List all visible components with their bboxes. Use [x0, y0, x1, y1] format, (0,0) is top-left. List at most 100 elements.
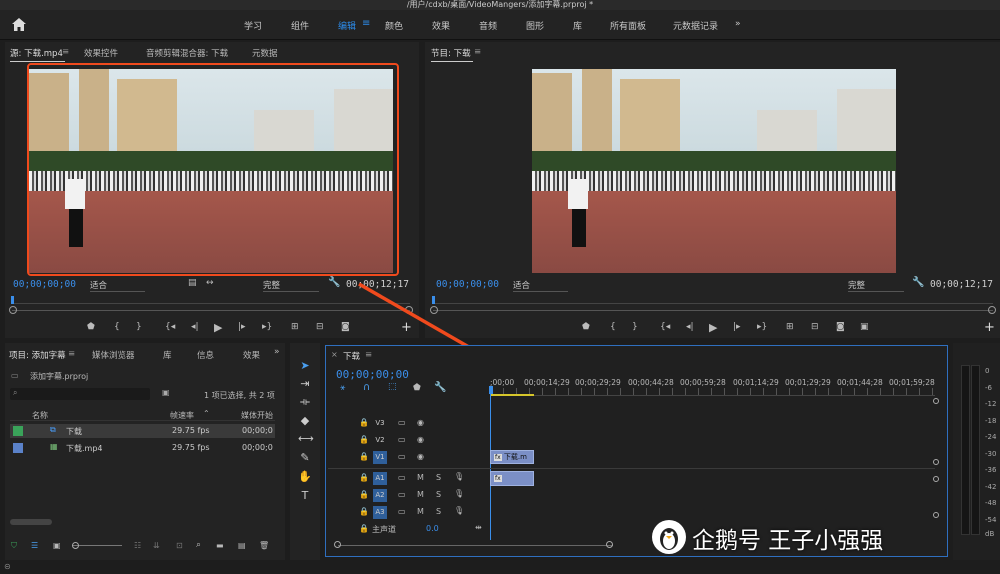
sync-lock-icon[interactable]: ▭ — [398, 473, 406, 482]
workspace-color[interactable]: 颜色 — [385, 19, 403, 32]
solo-button[interactable]: S — [436, 473, 441, 482]
work-area-bar[interactable] — [490, 394, 534, 396]
source-mark-in-icon[interactable]: { — [114, 322, 120, 332]
program-comparison-icon[interactable]: ▣ — [860, 322, 869, 332]
column-media-start[interactable]: 媒体开始 — [241, 410, 273, 421]
program-export-frame-icon[interactable]: ◙ — [836, 322, 845, 332]
source-insert-icon[interactable]: ▤ — [188, 278, 197, 288]
new-item-icon[interactable]: ▤ — [238, 541, 246, 550]
program-add-button-icon[interactable]: + — [984, 320, 995, 335]
sync-lock-icon[interactable]: ▭ — [398, 490, 406, 499]
source-goto-in-icon[interactable]: {◂ — [165, 322, 175, 332]
eye-icon[interactable]: ◉ — [417, 418, 424, 427]
column-frame-rate[interactable]: 帧速率 — [170, 410, 194, 421]
workspace-effects[interactable]: 效果 — [432, 19, 450, 32]
eye-icon[interactable]: ◉ — [417, 435, 424, 444]
microphone-icon[interactable]: 🎙 — [454, 472, 464, 481]
audio-scroll-handle-top[interactable] — [933, 476, 939, 482]
video-clip[interactable]: fx 下载.m — [490, 450, 534, 464]
project-search-input[interactable] — [10, 388, 150, 400]
label-color-swatch[interactable] — [13, 443, 23, 453]
column-name[interactable]: 名称 — [32, 410, 48, 421]
slip-tool-icon[interactable]: ⟷ — [298, 432, 314, 445]
timeline-timecode[interactable]: 00;00;00;00 — [336, 368, 409, 381]
project-row[interactable]: ⧉ 下载 29.75 fps 00;00;0 — [10, 424, 275, 438]
go-to-end-icon[interactable]: ⇹ — [475, 523, 482, 532]
solo-button[interactable]: S — [436, 507, 441, 516]
timeline-playhead-line[interactable] — [490, 394, 491, 540]
timeline-horizontal-scrollbar[interactable] — [338, 545, 613, 546]
track-select-tool-icon[interactable]: ⇥ — [298, 377, 312, 390]
hand-tool-icon[interactable]: ✋ — [298, 470, 312, 483]
source-current-timecode[interactable]: 00;00;00;00 — [13, 279, 76, 290]
source-zoom-handle-left[interactable] — [9, 306, 17, 314]
tab-audio-clip-mixer[interactable]: 音频剪辑混合器: 下载 — [146, 47, 228, 59]
lock-track-icon[interactable]: 🔒 — [359, 473, 369, 482]
new-bin-icon[interactable]: ▬ — [216, 541, 224, 550]
vertical-scroll-handle-top[interactable] — [933, 398, 939, 404]
source-insert-button-icon[interactable]: ⊞ — [291, 322, 299, 332]
master-volume-value[interactable]: 0.0 — [426, 524, 439, 533]
mute-button[interactable]: M — [417, 473, 424, 482]
project-horizontal-scrollbar[interactable] — [10, 519, 52, 525]
program-time-ruler[interactable] — [433, 294, 993, 304]
automate-to-sequence-icon[interactable]: ⇊ — [153, 541, 160, 550]
source-drag-icon[interactable]: ↔ — [206, 278, 214, 288]
solo-button[interactable]: S — [436, 490, 441, 499]
lock-icon[interactable]: ⛉ — [11, 541, 17, 551]
close-tab-icon[interactable]: × — [331, 350, 338, 359]
type-tool-icon[interactable]: T — [298, 489, 312, 502]
source-play-icon[interactable]: ▶ — [214, 321, 222, 334]
nest-icon[interactable]: ⚹ — [340, 383, 345, 393]
tab-libraries[interactable]: 库 — [163, 349, 172, 361]
audio-scroll-handle-bottom[interactable] — [933, 512, 939, 518]
icon-view-icon[interactable]: ▣ — [53, 541, 61, 550]
sort-ascending-icon[interactable]: ⌃ — [203, 409, 210, 418]
audio-clip[interactable]: fx — [490, 471, 534, 486]
source-export-frame-icon[interactable]: ◙ — [341, 322, 350, 332]
zoom-slider-handle[interactable] — [72, 542, 79, 549]
home-icon[interactable] — [12, 18, 26, 31]
workspace-graphics[interactable]: 图形 — [526, 19, 544, 32]
source-marker-icon[interactable]: ⬟ — [87, 322, 95, 332]
project-tab-menu-icon[interactable]: ≡ — [68, 349, 75, 359]
tab-effect-controls[interactable]: 效果控件 — [84, 47, 118, 59]
project-row[interactable]: ▦ 下载.mp4 29.75 fps 00;00;0 — [10, 441, 275, 455]
tab-media-browser[interactable]: 媒体浏览器 — [92, 349, 135, 361]
workspace-overflow-icon[interactable]: » — [735, 19, 741, 29]
program-fit-dropdown[interactable]: 适合 — [513, 279, 568, 292]
lock-track-icon[interactable]: 🔒 — [359, 435, 369, 444]
lock-track-icon[interactable]: 🔒 — [359, 507, 369, 516]
program-zoom-bar[interactable] — [433, 310, 993, 311]
program-step-forward-icon[interactable]: |▸ — [733, 322, 741, 332]
workspace-libraries[interactable]: 库 — [573, 19, 582, 32]
label-color-swatch[interactable] — [13, 426, 23, 436]
microphone-icon[interactable]: 🎙 — [454, 506, 464, 515]
track-label[interactable]: V2 — [373, 434, 387, 447]
trash-icon[interactable]: 🗑 — [259, 541, 269, 550]
lock-track-icon[interactable]: 🔒 — [359, 490, 369, 499]
source-mark-out-icon[interactable]: } — [136, 322, 142, 332]
find-icon[interactable]: ⊡ — [176, 541, 183, 550]
tab-project[interactable]: 项目: 添加字幕 — [9, 349, 66, 361]
lock-track-icon[interactable]: 🔒 — [359, 524, 369, 533]
track-label[interactable]: A1 — [373, 472, 387, 485]
source-step-back-icon[interactable]: ◂| — [191, 322, 199, 332]
linked-selection-icon[interactable]: ⬚ — [388, 382, 397, 392]
program-quality-dropdown[interactable]: 完整 — [848, 279, 904, 292]
tab-sequence[interactable]: 下载 — [343, 350, 360, 362]
project-overflow-icon[interactable]: » — [274, 347, 280, 357]
program-lift-icon[interactable]: ⊞ — [786, 322, 794, 332]
new-bin-from-search-icon[interactable]: ▣ — [162, 388, 170, 397]
program-mark-in-icon[interactable]: { — [610, 322, 616, 332]
pen-tool-icon[interactable]: ✎ — [298, 451, 312, 464]
source-goto-out-icon[interactable]: ▸} — [262, 322, 272, 332]
source-overwrite-icon[interactable]: ⊟ — [316, 322, 324, 332]
eye-icon[interactable]: ◉ — [417, 452, 424, 461]
program-tab-menu-icon[interactable]: ≡ — [474, 47, 481, 57]
mute-button[interactable]: M — [417, 490, 424, 499]
source-zoom-bar[interactable] — [12, 310, 410, 311]
sync-lock-icon[interactable]: ▭ — [398, 507, 406, 516]
timeline-settings-icon[interactable]: 🔧 — [434, 382, 446, 393]
program-mark-out-icon[interactable]: } — [632, 322, 638, 332]
